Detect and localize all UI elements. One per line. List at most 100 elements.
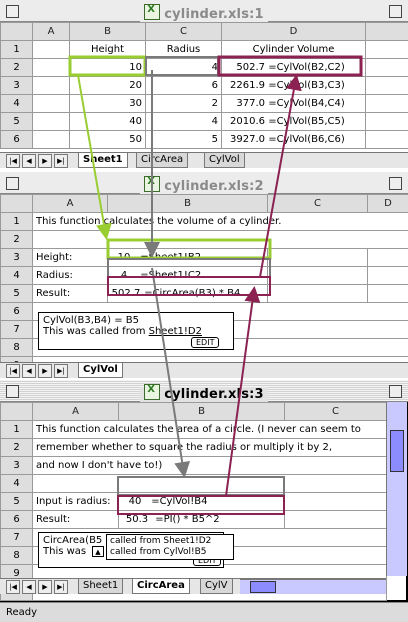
cell-a3[interactable]: and now I don't have to!) — [32, 456, 387, 475]
cell-e1[interactable] — [365, 40, 408, 59]
cell-c5[interactable] — [267, 284, 368, 303]
next-sheet-icon[interactable]: ▶ — [38, 580, 52, 594]
popup-item-cylvol[interactable]: called from CylVol!B5 — [110, 547, 230, 558]
cell-c4[interactable]: 2 — [145, 94, 222, 113]
cell-e4[interactable] — [365, 94, 408, 113]
scroll-thumb-vertical[interactable] — [390, 430, 404, 472]
col-header-b[interactable]: B — [107, 194, 268, 213]
cell-b5[interactable]: 502.7 =CircArea(B3) * B4 — [107, 284, 268, 303]
row-header[interactable]: 2 — [0, 58, 33, 77]
window2-titlebar[interactable]: cylinder.xls:2 — [0, 172, 408, 194]
col-header-c[interactable]: C — [284, 402, 387, 421]
cell-a3[interactable] — [32, 76, 70, 95]
cell-a1[interactable]: This function calculates the volume of a… — [32, 212, 408, 231]
cell-a1[interactable] — [32, 40, 70, 59]
row-header[interactable]: 4 — [0, 266, 33, 285]
col-header-b[interactable]: B — [69, 22, 146, 41]
cell-d4[interactable] — [367, 266, 408, 285]
row-header[interactable]: 4 — [0, 474, 33, 493]
last-sheet-icon[interactable]: ▶| — [54, 580, 68, 594]
row-header[interactable]: 6 — [0, 302, 33, 321]
tab-sheet1[interactable]: Sheet1 — [78, 579, 124, 594]
row-header[interactable]: 8 — [0, 338, 33, 357]
tab-cylvol[interactable]: CylVol — [204, 153, 245, 168]
next-sheet-icon[interactable]: ▶ — [38, 154, 52, 168]
last-sheet-icon[interactable]: ▶| — [54, 364, 68, 378]
row-header[interactable]: 1 — [0, 40, 33, 59]
row-header[interactable]: 5 — [0, 112, 33, 131]
empty-row[interactable] — [32, 474, 387, 493]
cell-a4[interactable]: Radius: — [32, 266, 108, 285]
zoom-box-icon[interactable] — [389, 177, 402, 190]
prev-sheet-icon[interactable]: ◀ — [22, 154, 36, 168]
cell-a2[interactable] — [32, 58, 70, 77]
zoom-box-icon[interactable] — [389, 5, 402, 18]
scroll-thumb-horizontal[interactable] — [250, 581, 276, 593]
empty-row[interactable] — [32, 230, 408, 249]
cell-a4[interactable] — [32, 94, 70, 113]
row-header[interactable]: 5 — [0, 492, 33, 511]
cell-b5[interactable]: 40 — [69, 112, 146, 131]
cell-c3[interactable] — [267, 248, 368, 267]
first-sheet-icon[interactable]: |◀ — [6, 580, 20, 594]
cell-e2[interactable] — [365, 58, 408, 77]
cell-a5[interactable] — [32, 112, 70, 131]
cell-e5[interactable] — [365, 112, 408, 131]
row-header[interactable]: 6 — [0, 510, 33, 529]
col-header-b[interactable]: B — [118, 402, 285, 421]
cell-c1[interactable]: Radius — [145, 40, 222, 59]
cell-a5[interactable]: Input is radius: — [32, 492, 119, 511]
cell-b4[interactable]: 30 — [69, 94, 146, 113]
row-header[interactable]: 1 — [0, 212, 33, 231]
cell-a5[interactable]: Result: — [32, 284, 108, 303]
cell-d3[interactable]: 2261.9 =CylVol(B3,C3) — [221, 76, 366, 95]
callers-popup[interactable]: called from Sheet1!D2 called from CylVol… — [106, 534, 234, 560]
row-header[interactable]: 5 — [0, 284, 33, 303]
cell-d5[interactable]: 2010.6 =CylVol(B5,C5) — [221, 112, 366, 131]
row-header[interactable]: 7 — [0, 320, 33, 339]
tab-circarea[interactable]: CircArea — [136, 153, 189, 168]
cell-a6[interactable] — [32, 130, 70, 149]
cell-b2[interactable]: 10 — [69, 58, 146, 77]
cell-a6[interactable]: Result: — [32, 510, 119, 529]
corner-cell[interactable] — [0, 194, 33, 213]
row-header[interactable]: 2 — [0, 230, 33, 249]
cell-d6[interactable]: 3927.0 =CylVol(B6,C6) — [221, 130, 366, 149]
cell-c5[interactable] — [284, 492, 387, 511]
cell-b5[interactable]: 40 =CylVol!B4 — [118, 492, 285, 511]
cell-d2[interactable]: 502.7 =CylVol(B2,C2) — [221, 58, 366, 77]
first-sheet-icon[interactable]: |◀ — [6, 364, 20, 378]
cell-b4[interactable]: 4 =Sheet1!C2 — [107, 266, 268, 285]
cell-b3[interactable]: 10 =Sheet1!B2 — [107, 248, 268, 267]
row-header[interactable]: 1 — [0, 420, 33, 439]
cell-a2[interactable]: remember whether to square the radius or… — [32, 438, 387, 457]
col-header-c[interactable]: C — [267, 194, 368, 213]
tab-cylvol[interactable]: CylV — [200, 579, 233, 594]
tab-sheet1[interactable]: Sheet1 — [78, 153, 128, 168]
cell-a1[interactable]: This function calculates the area of a c… — [32, 420, 387, 439]
vertical-scrollbar[interactable] — [386, 402, 407, 576]
edit-button[interactable]: EDIT — [191, 337, 220, 348]
row-header[interactable]: 7 — [0, 528, 33, 547]
row-header[interactable]: 3 — [0, 456, 33, 475]
col-header-c[interactable]: C — [145, 22, 222, 41]
cell-d1[interactable]: Cylinder Volume — [221, 40, 366, 59]
tab-cylvol[interactable]: CylVol — [78, 363, 123, 378]
tab-circarea[interactable]: CircArea — [132, 579, 190, 594]
cell-d5[interactable] — [367, 284, 408, 303]
col-header-d[interactable]: D — [367, 194, 408, 213]
cell-c3[interactable]: 6 — [145, 76, 222, 95]
corner-cell[interactable] — [0, 22, 33, 41]
corner-cell[interactable] — [0, 402, 33, 421]
row-header[interactable]: 6 — [0, 130, 33, 149]
window3-titlebar[interactable]: cylinder.xls:3 — [0, 380, 408, 402]
row-header[interactable]: 3 — [0, 248, 33, 267]
cell-a3[interactable]: Height: — [32, 248, 108, 267]
cell-b6[interactable]: 50.3 =PI() * B5^2 — [118, 510, 285, 529]
cell-c6[interactable] — [284, 510, 387, 529]
row-header[interactable]: 8 — [0, 546, 33, 565]
col-header-d[interactable]: D — [221, 22, 366, 41]
first-sheet-icon[interactable]: |◀ — [6, 154, 20, 168]
comment-link-sheet1-d2[interactable]: Sheet1!D2 — [149, 326, 202, 337]
cell-c2[interactable]: 4 — [145, 58, 222, 77]
